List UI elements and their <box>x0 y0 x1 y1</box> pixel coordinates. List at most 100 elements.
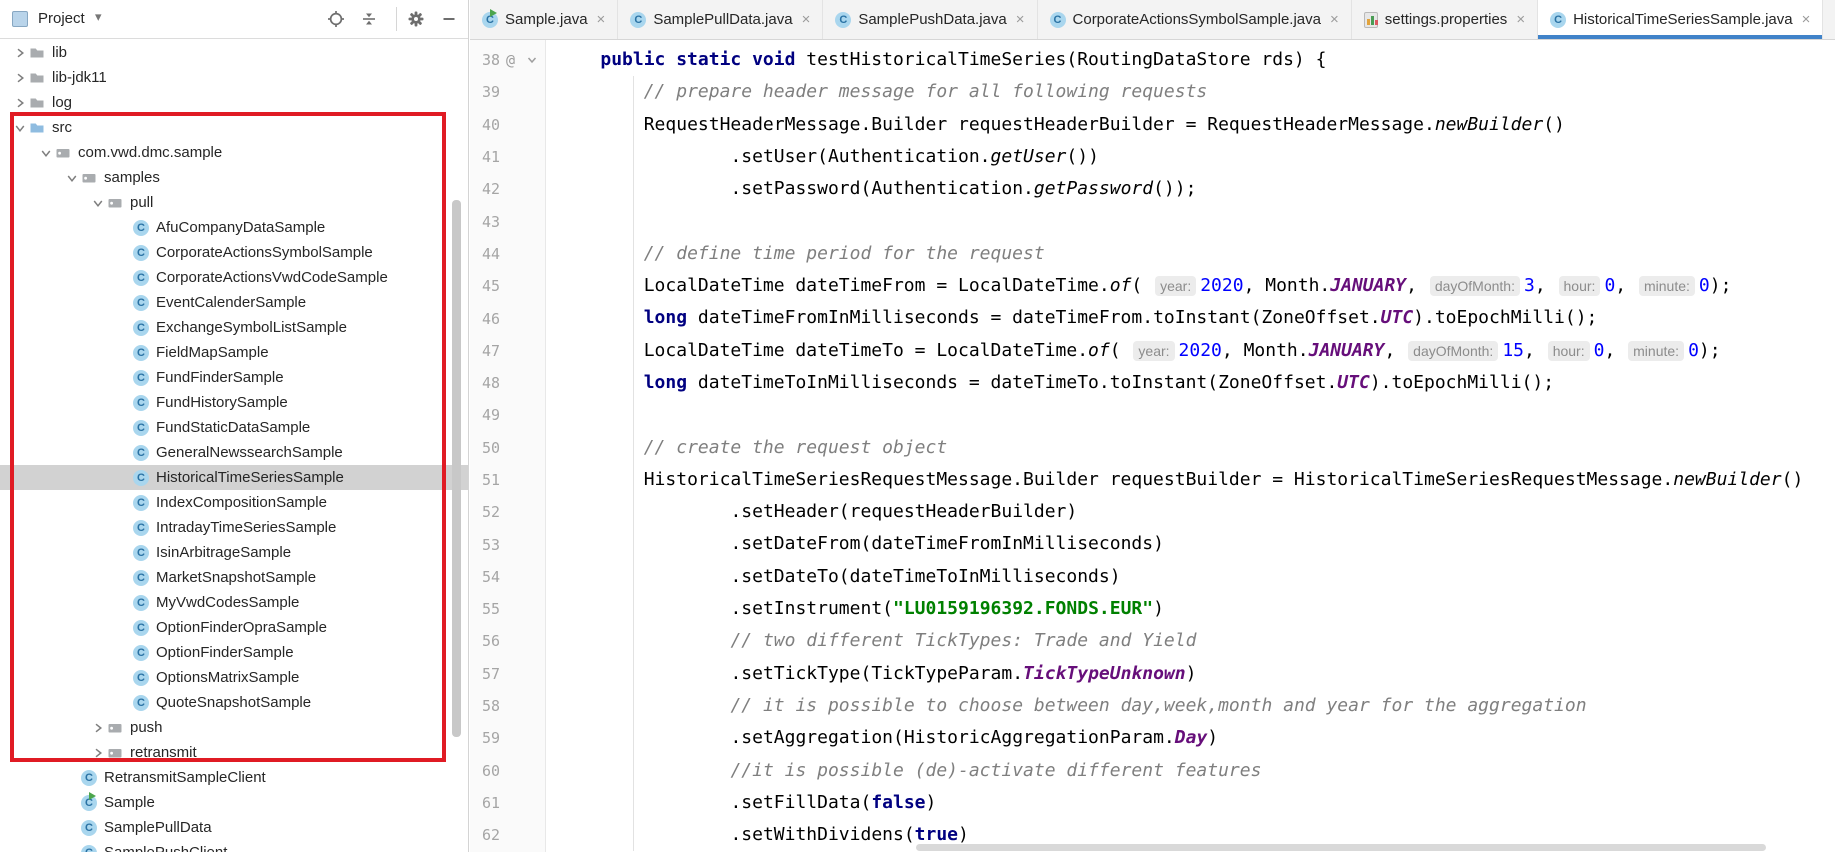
tree-item-com.vwd.dmc.sample[interactable]: com.vwd.dmc.sample <box>0 140 468 165</box>
chevron-right-icon <box>91 721 105 735</box>
code-line[interactable]: .setUser(Authentication.getUser()) <box>546 141 1835 173</box>
tree-item-pull[interactable]: pull <box>0 190 468 215</box>
tree-item-myvwdcodessample[interactable]: CMyVwdCodesSample <box>0 590 468 615</box>
line-number: 40 <box>470 116 500 134</box>
chevron-down-icon[interactable]: ▾ <box>95 9 102 25</box>
code-token: ( <box>1110 340 1132 361</box>
editor-code-area[interactable]: public static void testHistoricalTimeSer… <box>546 40 1835 852</box>
code-line[interactable]: // it is possible to choose between day,… <box>546 690 1835 722</box>
gutter-line: 38@ <box>470 44 545 76</box>
code-token: "LU0159196392.FONDS.EUR" <box>893 598 1153 619</box>
tab-settings.properties[interactable]: settings.properties× <box>1352 0 1538 39</box>
tree-item-label: lib <box>49 44 67 61</box>
chevron-spacer <box>114 446 133 460</box>
tree-item-lib[interactable]: lib <box>0 40 468 65</box>
close-icon[interactable]: × <box>800 11 811 28</box>
hide-panel-icon[interactable] <box>438 8 460 30</box>
tree-item-lib-jdk11[interactable]: lib-jdk11 <box>0 65 468 90</box>
code-line[interactable]: .setPassword(Authentication.getPassword(… <box>546 173 1835 205</box>
tree-item-fundhistorysample[interactable]: CFundHistorySample <box>0 390 468 415</box>
code-line[interactable]: long dateTimeFromInMilliseconds = dateTi… <box>546 302 1835 334</box>
tree-item-fundstaticdatasample[interactable]: CFundStaticDataSample <box>0 415 468 440</box>
tree-item-label: com.vwd.dmc.sample <box>75 144 222 161</box>
code-token: .setHeader(requestHeaderBuilder) <box>730 501 1077 522</box>
tree-item-fundfindersample[interactable]: CFundFinderSample <box>0 365 468 390</box>
tree-item-samplepushclient[interactable]: CSamplePushClient <box>0 840 468 852</box>
chevron-spacer <box>114 471 133 485</box>
fold-region-icon[interactable] <box>521 54 542 66</box>
tree-item-marketsnapshotsample[interactable]: CMarketSnapshotSample <box>0 565 468 590</box>
code-line[interactable]: // two different TickTypes: Trade and Yi… <box>546 625 1835 657</box>
tab-sample.java[interactable]: CSample.java× <box>470 0 618 39</box>
tree-item-samplepulldata[interactable]: CSamplePullData <box>0 815 468 840</box>
chevron-right-icon <box>13 96 27 110</box>
gutter-line: 58 <box>470 690 545 722</box>
tree-item-exchangesymbollistsample[interactable]: CExchangeSymbolListSample <box>0 315 468 340</box>
tree-item-quotesnapshotsample[interactable]: CQuoteSnapshotSample <box>0 690 468 715</box>
tree-item-retransmit[interactable]: retransmit <box>0 740 468 765</box>
close-icon[interactable]: × <box>1328 11 1339 28</box>
tree-item-afucompanydatasample[interactable]: CAfuCompanyDataSample <box>0 215 468 240</box>
tree-item-optionfindersample[interactable]: COptionFinderSample <box>0 640 468 665</box>
close-icon[interactable]: × <box>595 11 606 28</box>
project-panel-title[interactable]: Project <box>38 10 85 27</box>
tree-item-label: MyVwdCodesSample <box>153 594 299 611</box>
code-line[interactable]: LocalDateTime dateTimeFrom = LocalDateTi… <box>546 270 1835 302</box>
close-icon[interactable]: × <box>1800 11 1811 28</box>
tree-item-push[interactable]: push <box>0 715 468 740</box>
line-number: 39 <box>470 83 500 101</box>
tab-samplepulldata.java[interactable]: CSamplePullData.java× <box>618 0 823 39</box>
tree-item-isinarbitragesample[interactable]: CIsinArbitrageSample <box>0 540 468 565</box>
line-number: 52 <box>470 503 500 521</box>
settings-gear-icon[interactable] <box>405 8 427 30</box>
tree-item-sample[interactable]: CSample <box>0 790 468 815</box>
tab-samplepushdata.java[interactable]: CSamplePushData.java× <box>823 0 1037 39</box>
tree-item-corporateactionssymbolsample[interactable]: CCorporateActionsSymbolSample <box>0 240 468 265</box>
code-line[interactable]: LocalDateTime dateTimeTo = LocalDateTime… <box>546 335 1835 367</box>
code-token: false <box>871 792 925 813</box>
tree-item-intradaytimeseriessample[interactable]: CIntradayTimeSeriesSample <box>0 515 468 540</box>
editor-horizontal-scrollbar[interactable] <box>916 844 1766 851</box>
tree-item-indexcompositionsample[interactable]: CIndexCompositionSample <box>0 490 468 515</box>
tree-item-src[interactable]: src <box>0 115 468 140</box>
run-arrow-icon <box>490 9 497 17</box>
code-line[interactable]: RequestHeaderMessage.Builder requestHead… <box>546 109 1835 141</box>
code-line[interactable]: public static void testHistoricalTimeSer… <box>546 44 1835 76</box>
tree-item-corporateactionsvwdcodesample[interactable]: CCorporateActionsVwdCodeSample <box>0 265 468 290</box>
code-line[interactable]: // prepare header message for all follow… <box>546 76 1835 108</box>
collapse-all-icon[interactable] <box>358 8 380 30</box>
tree-item-retransmitsampleclient[interactable]: CRetransmitSampleClient <box>0 765 468 790</box>
tree-item-fieldmapsample[interactable]: CFieldMapSample <box>0 340 468 365</box>
code-line[interactable]: long dateTimeToInMilliseconds = dateTime… <box>546 367 1835 399</box>
locate-icon[interactable] <box>325 8 347 30</box>
tree-vertical-scrollbar[interactable] <box>452 200 461 737</box>
tab-historicaltimeseriessample.java[interactable]: CHistoricalTimeSeriesSample.java× <box>1538 0 1823 39</box>
class-icon: C <box>133 520 149 536</box>
code-line[interactable]: .setInstrument("LU0159196392.FONDS.EUR") <box>546 593 1835 625</box>
tree-item-optionsmatrixsample[interactable]: COptionsMatrixSample <box>0 665 468 690</box>
code-line[interactable]: .setHeader(requestHeaderBuilder) <box>546 496 1835 528</box>
close-icon[interactable]: × <box>1514 11 1525 28</box>
chevron-spacer <box>114 546 133 560</box>
code-line[interactable] <box>546 205 1835 237</box>
code-line[interactable]: .setDateTo(dateTimeToInMilliseconds) <box>546 561 1835 593</box>
tree-item-optionfinderoprasample[interactable]: COptionFinderOpraSample <box>0 615 468 640</box>
code-line[interactable]: //it is possible (de)-activate different… <box>546 755 1835 787</box>
code-line[interactable]: // define time period for the request <box>546 238 1835 270</box>
close-icon[interactable]: × <box>1014 11 1025 28</box>
tree-item-samples[interactable]: samples <box>0 165 468 190</box>
code-line[interactable]: .setFillData(false) <box>546 787 1835 819</box>
tab-corporateactionssymbolsample.java[interactable]: CCorporateActionsSymbolSample.java× <box>1038 0 1352 39</box>
tree-item-log[interactable]: log <box>0 90 468 115</box>
code-line[interactable]: .setAggregation(HistoricAggregationParam… <box>546 722 1835 754</box>
code-line[interactable]: .setTickType(TickTypeParam.TickTypeUnkno… <box>546 658 1835 690</box>
code-line[interactable]: HistoricalTimeSeriesRequestMessage.Build… <box>546 464 1835 496</box>
code-token: , <box>1524 340 1546 361</box>
code-line[interactable]: .setDateFrom(dateTimeFromInMilliseconds) <box>546 528 1835 560</box>
class-icon: C <box>133 445 149 461</box>
tree-item-historicaltimeseriessample[interactable]: CHistoricalTimeSeriesSample <box>0 465 468 490</box>
tree-item-generalnewssearchsample[interactable]: CGeneralNewssearchSample <box>0 440 468 465</box>
code-line[interactable]: // create the request object <box>546 432 1835 464</box>
tree-item-eventcalendersample[interactable]: CEventCalenderSample <box>0 290 468 315</box>
code-line[interactable] <box>546 399 1835 431</box>
